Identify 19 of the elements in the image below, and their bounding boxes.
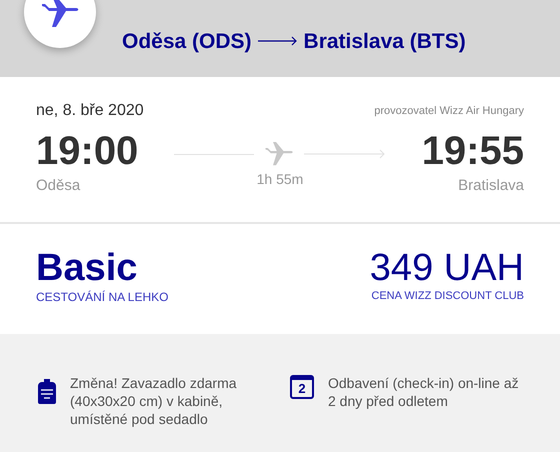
fare-price: 349 UAH <box>370 248 524 288</box>
departure-city: Oděsa <box>36 176 82 196</box>
fare-subtitle: CESTOVÁNÍ NA LEHKO <box>36 289 168 306</box>
arrival-city: Bratislava <box>458 176 524 196</box>
plane-icon <box>40 0 80 28</box>
departure-time: 19:00 <box>36 128 138 175</box>
arrow-line-icon <box>304 149 386 159</box>
feature-text: Změna! Zavazadlo zdarma (40x30x20 cm) v kabině, umístěné pod sedadlo <box>70 374 238 428</box>
fare-name: Basic <box>36 248 138 288</box>
arrival-time: 19:55 <box>422 128 524 175</box>
flight-date: ne, 8. bře 2020 <box>36 101 144 121</box>
flight-duration: 1h 55m <box>256 170 304 189</box>
price-note: CENA WIZZ DISCOUNT CLUB <box>371 289 524 304</box>
feature-text: Odbavení (check-in) on-line až 2 dny před odletem <box>328 374 520 410</box>
operator-text: provozovatel Wizz Air Hungary <box>374 104 524 119</box>
origin-title: Oděsa (ODS) <box>122 28 252 54</box>
destination-title: Bratislava (BTS) <box>304 28 466 54</box>
calendar-icon: 2 <box>290 375 314 399</box>
long-arrow-icon <box>258 36 298 46</box>
